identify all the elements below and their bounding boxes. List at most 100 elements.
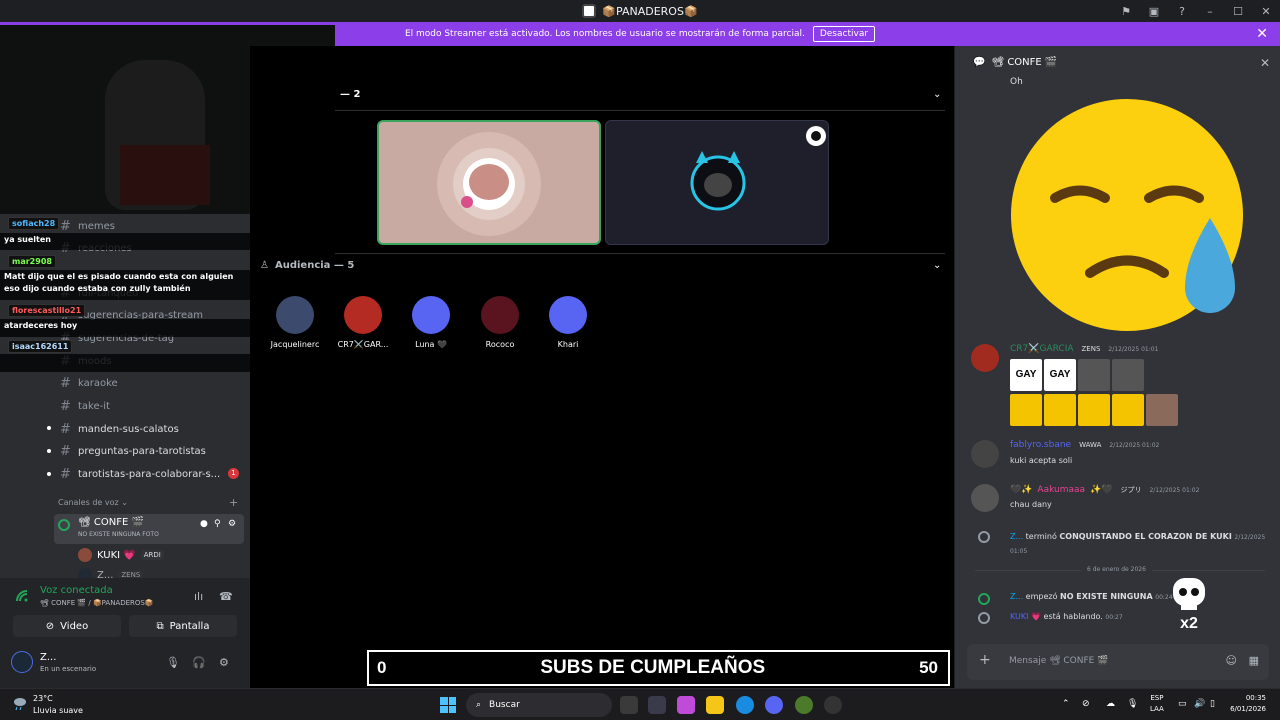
chevron-down-icon[interactable]: ⌄ — [933, 89, 941, 100]
channel-take-it[interactable]: # take-it — [60, 399, 110, 414]
invite-icon[interactable]: ⚲ — [214, 519, 221, 529]
voice-user[interactable]: KUKI 💗 ARDI — [78, 548, 164, 562]
gear-icon[interactable]: ⚙ — [219, 656, 229, 669]
channel-preguntas-tarotistas[interactable]: # preguntas-para-tarotistas — [60, 444, 206, 459]
disable-streamer-button[interactable]: Desactivar — [812, 26, 876, 42]
speaker-tile[interactable] — [377, 120, 601, 245]
close-window-button[interactable]: ✕ — [1252, 5, 1280, 18]
user-name[interactable]: Z... — [40, 652, 56, 663]
help-icon[interactable]: ? — [1168, 5, 1196, 18]
copilot-icon[interactable] — [677, 696, 695, 714]
hash-icon: # — [60, 444, 71, 459]
emoji-icon[interactable]: ☺ — [1226, 654, 1237, 667]
inbox-flag-icon[interactable]: ⚑ — [1112, 5, 1140, 18]
soundboard-icon[interactable]: ılı — [194, 590, 203, 603]
add-channel-icon[interactable]: + — [229, 496, 238, 509]
system-message: Z... terminó CONQUISTANDO EL CORAZON DE … — [1010, 532, 1266, 555]
discord-icon[interactable] — [765, 696, 783, 714]
voice-section-label[interactable]: Canales de voz ⌄ — [58, 498, 128, 507]
headphones-icon[interactable]: 🎧 — [192, 656, 206, 669]
signal-icon[interactable] — [15, 589, 29, 603]
audience-header: ♙ Audiencia — 5 — [260, 260, 355, 271]
maximize-button[interactable]: ☐ — [1224, 5, 1252, 18]
hash-icon: # — [60, 422, 71, 437]
subs-current: 0 — [377, 658, 387, 677]
screen-share-button[interactable]: ⧉ Pantalla — [129, 615, 237, 637]
window-icon[interactable]: ▣ — [1140, 5, 1168, 18]
audience-member[interactable]: Jacquelinerc — [260, 296, 330, 349]
tag-badge: ジプリ — [1117, 484, 1145, 496]
tag-badge: ZENS — [1078, 344, 1104, 354]
rain-icon[interactable] — [12, 695, 28, 711]
sticker-emoji — [1010, 394, 1042, 426]
store-icon[interactable] — [648, 696, 666, 714]
message-time: 2/12/2025 01:01 — [1108, 345, 1159, 353]
file-explorer-icon[interactable] — [706, 696, 724, 714]
emoji-suffix: ✨🖤 — [1090, 485, 1113, 495]
network-icon[interactable]: ▭ — [1178, 699, 1187, 709]
language-indicator[interactable]: ESP LAA — [1150, 693, 1164, 715]
channel-manden-sus-calatos[interactable]: # manden-sus-calatos — [60, 422, 179, 437]
overlay-chat-msg: Matt dijo que el es pisado cuando esta c… — [0, 270, 250, 300]
microphone-icon[interactable]: 🎙 — [1127, 699, 1138, 709]
tray-icon[interactable]: ⊘ — [1082, 699, 1090, 709]
chevron-up-icon[interactable]: ⌃ — [1062, 699, 1070, 709]
chevron-down-icon[interactable]: ⌄ — [933, 260, 941, 271]
speaker-tile[interactable] — [605, 120, 829, 245]
stage-icon — [978, 531, 990, 543]
chat-header: 💬 📽 CONFE 🎬 — [955, 46, 1280, 78]
sticker-gay: GAY — [1010, 359, 1042, 391]
avatar — [481, 296, 519, 334]
edge-icon[interactable] — [736, 696, 754, 714]
tag-badge: WAWA — [1076, 440, 1105, 450]
banner-text: El modo Streamer está activado. Los nomb… — [404, 29, 805, 39]
voice-status[interactable]: Voz conectada — [40, 585, 113, 596]
audience-member[interactable]: Khari — [533, 296, 603, 349]
channel-karaoke[interactable]: # karaoke — [60, 376, 118, 391]
channel-memes[interactable]: # memes — [60, 219, 115, 234]
tray-icon[interactable]: ☁ — [1106, 699, 1115, 709]
microphone-icon[interactable]: 🎙 — [166, 656, 180, 669]
sticker-moai — [1078, 359, 1110, 391]
clock[interactable]: 00:35 6/01/2026 — [1230, 693, 1266, 715]
add-attachment-icon[interactable]: + — [979, 652, 991, 668]
app-icon[interactable] — [795, 696, 813, 714]
message-author[interactable]: Aakumaaa — [1037, 485, 1085, 495]
audience-member[interactable]: CR7⚔️GAR... — [328, 296, 398, 349]
avatar[interactable] — [971, 344, 999, 372]
avatar[interactable] — [971, 484, 999, 512]
close-icon[interactable]: ✕ — [1260, 56, 1270, 70]
sad-sweat-emoji — [1011, 99, 1243, 331]
user-status: En un escenario — [40, 665, 97, 673]
sticker-emoji — [1112, 394, 1144, 426]
channel-tarotistas-colaborar[interactable]: # tarotistas-para-colaborar-s... — [60, 467, 220, 482]
gear-icon[interactable]: ⚙ — [228, 519, 236, 529]
message-author[interactable]: CR7⚔️GARCIA — [1010, 344, 1074, 354]
obs-icon[interactable] — [824, 696, 842, 714]
voice-channel-confe[interactable]: 📽 CONFE 🎬 NO EXISTE NINGUNA FOTO ● ⚲ ⚙ — [54, 514, 244, 544]
chat-bubble-icon[interactable]: ● — [200, 519, 208, 529]
sticker-photo — [1146, 394, 1178, 426]
message-input[interactable]: + Mensaje 📽 CONFE 🎬 ☺ ▦ — [967, 644, 1269, 680]
windows-start-icon[interactable] — [440, 697, 456, 713]
audience-member[interactable]: Rococo — [465, 296, 535, 349]
avatar[interactable] — [971, 440, 999, 468]
battery-icon[interactable]: ▯ — [1210, 699, 1215, 709]
audience-member[interactable]: Luna 🖤 — [396, 296, 466, 349]
video-button[interactable]: ⊘ Video — [13, 615, 121, 637]
apps-icon[interactable]: ▦ — [1249, 654, 1259, 667]
unread-dot — [47, 472, 51, 476]
speaker-avatar — [437, 132, 541, 236]
task-view-icon[interactable] — [620, 696, 638, 714]
date-label: 6 de enero de 2026 — [1081, 566, 1152, 573]
overlay-chat-user: isaac162611 — [8, 340, 73, 353]
close-icon[interactable]: ✕ — [1256, 26, 1268, 42]
disconnect-icon[interactable]: ☎ — [219, 590, 233, 603]
search-box[interactable]: ⌕ Buscar — [466, 693, 612, 717]
avatar[interactable] — [11, 651, 33, 673]
minimize-button[interactable]: – — [1196, 5, 1224, 18]
message-author[interactable]: fablyro.sbane — [1010, 440, 1071, 450]
volume-icon[interactable]: 🔊 — [1194, 699, 1205, 709]
overlay-chat-user: sofiach28 — [8, 217, 60, 230]
overlay-chat-msg — [0, 354, 250, 372]
